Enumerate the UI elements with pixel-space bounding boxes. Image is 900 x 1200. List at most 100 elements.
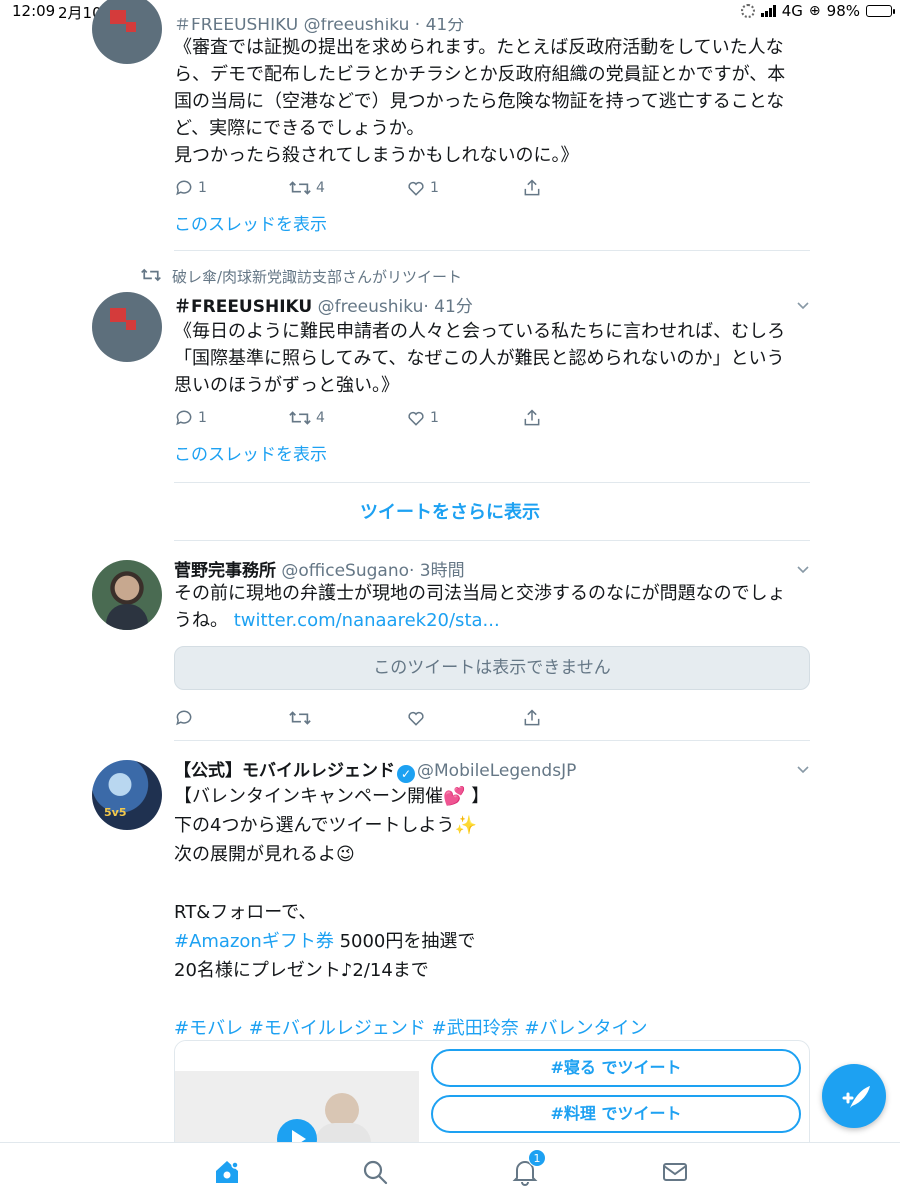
retweet-button[interactable]: 4	[288, 178, 325, 198]
reply-icon	[176, 410, 192, 426]
author-name[interactable]: ＃FREEUSHIKU	[174, 297, 312, 317]
retweeted-by-label: 破レ傘/肉球新党諏訪支部さんがリツイート	[172, 268, 463, 286]
tweet-actions: 1 4 1	[174, 408, 554, 430]
tab-notifications[interactable]: 1	[510, 1149, 546, 1187]
retweet-icon	[141, 268, 161, 282]
tweet-time: · 41分	[423, 297, 473, 317]
tweet-header: 【公式】モバイルレジェンド ✓ @MobileLegendsJP	[174, 756, 576, 783]
tweet-text-line: 【バレンタインキャンペーン開催💕 】	[174, 786, 490, 807]
tweet-text-line: 《審査では証拠の提出を求められます。たとえば反政府活動をしていた人な	[174, 37, 784, 58]
avatar-logo-text: 5v5	[104, 806, 127, 819]
like-button[interactable]: 1	[406, 178, 439, 198]
tweet-text: その前に現地の弁護士が現地の司法当局と交渉するのなにが問題なのでしょ うね。 t…	[174, 580, 814, 634]
tweet-text-fragment: 5000円を抽選で	[333, 931, 476, 952]
reply-button[interactable]	[174, 708, 194, 728]
tweet-actions	[174, 708, 554, 730]
share-button[interactable]	[522, 178, 542, 198]
search-icon	[363, 1160, 388, 1185]
tweet-text-line: うね。 twitter.com/nanaarek20/sta...	[174, 607, 814, 634]
tweet-1[interactable]: ＃FREEUSHIKU @freeushiku · 41分 《審査では証拠の提出…	[0, 0, 900, 250]
like-count: 1	[430, 410, 439, 426]
tweet-text-line: 20名様にプレゼント♪2/14まで	[174, 960, 429, 981]
chevron-down-icon[interactable]	[796, 298, 810, 312]
author-name[interactable]: 菅野完事務所	[174, 561, 276, 581]
bottom-tab-bar: 1	[0, 1142, 900, 1200]
retweet-icon	[289, 711, 311, 725]
tweet-text-line	[174, 869, 814, 898]
tweet-header: ＃FREEUSHIKU @freeushiku · 41分	[174, 15, 465, 35]
tweet-text-line: 見つかったら殺されてしまうかもしれないのに。》	[174, 145, 579, 166]
reply-button[interactable]: 1	[174, 178, 207, 198]
divider	[174, 740, 810, 741]
tweet-text-line: 下の4つから選んでツイートしよう✨	[174, 815, 477, 836]
home-icon	[216, 1161, 239, 1183]
retweet-icon	[289, 411, 311, 425]
reply-count: 1	[198, 180, 207, 196]
avatar[interactable]	[92, 560, 162, 630]
author-handle: @MobileLegendsJP	[417, 761, 577, 781]
retweet-count: 4	[316, 180, 325, 196]
heart-icon	[408, 411, 424, 426]
avatar-red-block	[126, 320, 136, 330]
compose-tweet-button[interactable]	[822, 1064, 886, 1128]
heart-icon	[408, 181, 424, 196]
avatar[interactable]: 5v5	[92, 760, 162, 830]
show-thread-link[interactable]: このスレッドを表示	[174, 210, 327, 235]
tweet-text-line: RT&フォローで、	[174, 902, 317, 923]
retweet-button[interactable]	[288, 708, 312, 728]
verified-icon: ✓	[397, 765, 415, 783]
share-button[interactable]	[522, 408, 542, 428]
like-button[interactable]: 1	[406, 408, 439, 428]
mail-icon	[663, 1163, 687, 1181]
divider	[174, 482, 810, 483]
hashtag-link[interactable]: #Amazonギフト券	[174, 931, 334, 952]
tweet-text-line: 思いのほうがずっと強い。》	[174, 375, 399, 396]
share-button[interactable]	[522, 708, 542, 728]
tweet-text-line: 次の展開が見れるよ😉	[174, 844, 355, 865]
card-option-button[interactable]: #料理 でツイート	[431, 1095, 801, 1133]
reply-count: 1	[198, 410, 207, 426]
retweet-button[interactable]: 4	[288, 408, 325, 428]
tweet-header: ＃FREEUSHIKU @freeushiku· 41分	[174, 292, 473, 317]
unavailable-tweet-card: このツイートは表示できません	[174, 646, 810, 690]
avatar-red-block	[110, 10, 126, 24]
tweet-actions: 1 4 1	[174, 178, 554, 200]
show-more-tweets-button[interactable]: ツイートをさらに表示	[0, 498, 900, 524]
retweet-count: 4	[316, 410, 325, 426]
tweet-text-line: ど、実際にできるでしょうか。	[174, 118, 425, 139]
avatar[interactable]	[92, 292, 162, 362]
tweet-text: 《毎日のように難民申請者の人々と会っている私たちに言わせれば、むしろ 「国際基準…	[174, 318, 814, 399]
tweet-link[interactable]: twitter.com/nanaarek20/sta...	[234, 610, 500, 631]
author-name[interactable]: 【公式】モバイルレジェンド	[174, 761, 395, 781]
share-icon	[524, 179, 540, 196]
tweet-text: 《審査では証拠の提出を求められます。たとえば反政府活動をしていた人な ら、デモで…	[174, 34, 814, 169]
chevron-down-icon[interactable]	[796, 762, 810, 776]
reply-button[interactable]: 1	[174, 408, 207, 428]
tab-search[interactable]	[360, 1157, 390, 1187]
compose-feather-icon	[842, 1086, 870, 1108]
reply-icon	[176, 180, 192, 196]
tweet-header: 菅野完事務所 @officeSugano· 3時間	[174, 556, 465, 581]
tab-home[interactable]	[212, 1157, 242, 1187]
tweet-text-prefix: うね。	[174, 610, 228, 631]
divider	[174, 250, 810, 251]
tweet-header-text: ＃FREEUSHIKU @freeushiku · 41分	[174, 15, 465, 35]
tweet-text-line: #Amazonギフト券 5000円を抽選で	[174, 927, 814, 956]
tweet-2[interactable]: 破レ傘/肉球新党諏訪支部さんがリツイート ＃FREEUSHIKU @freeus…	[0, 252, 900, 482]
heart-icon	[408, 711, 424, 726]
chevron-down-icon[interactable]	[796, 562, 810, 576]
avatar-suit	[106, 604, 148, 630]
show-thread-link[interactable]: このスレッドを表示	[174, 440, 327, 465]
tab-messages[interactable]	[660, 1157, 690, 1187]
tweet-text-line: ら、デモで配布したビラとかチラシとか反政府組織の党員証とかですが、本	[174, 64, 786, 85]
hashtags-line[interactable]: #モバレ #モバイルレジェンド #武田玲奈 #バレンタイン	[174, 1014, 814, 1043]
tweet-text-line: その前に現地の弁護士が現地の司法当局と交渉するのなにが問題なのでしょ	[174, 583, 786, 604]
tweet-text-line: 《毎日のように難民申請者の人々と会っている私たちに言わせれば、むしろ	[174, 321, 786, 342]
like-button[interactable]	[406, 708, 426, 728]
avatar[interactable]	[92, 0, 162, 64]
card-option-button[interactable]: #寝る でツイート	[431, 1049, 801, 1087]
tweet-time: · 3時間	[409, 561, 465, 581]
tweet-text-line	[174, 985, 814, 1014]
avatar-red-block	[110, 308, 126, 322]
divider	[174, 540, 810, 541]
